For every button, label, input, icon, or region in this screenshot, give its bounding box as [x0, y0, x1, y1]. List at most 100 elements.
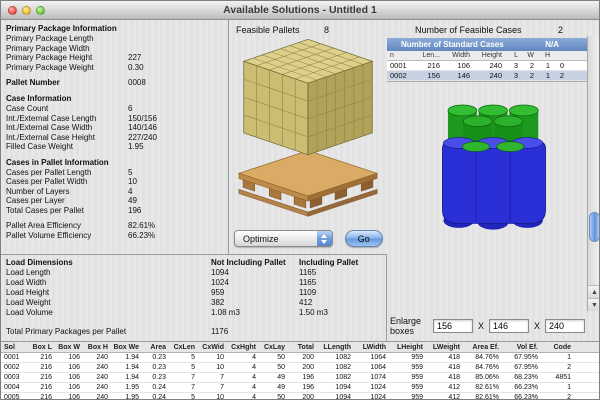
cell: 1082 — [316, 374, 353, 381]
cell: 0001 — [387, 61, 413, 70]
case-info-row: Filled Case Weight 1.95 — [6, 142, 223, 152]
optimize-dropdown[interactable]: Optimize — [234, 230, 333, 247]
main-content: Primary Package Information Primary Pack… — [1, 20, 599, 399]
cell: 5 — [168, 394, 197, 400]
solution-row[interactable]: 0001 216 106 240 1.94 0.23 5 10 4 50 200… — [1, 353, 600, 363]
feasible-cases-value: 2 — [558, 25, 563, 35]
solutions-table: Sol Box L Box W Box H Box We Area CxLen … — [1, 341, 600, 400]
col-header: Len... — [413, 52, 443, 59]
field-value: 227/240 — [128, 133, 223, 143]
field-value: 0.30 — [128, 63, 223, 73]
cell: 50 — [258, 394, 287, 400]
cell: 5 — [168, 354, 197, 361]
cell: 240 — [82, 374, 110, 381]
col-header: Area Ef. — [462, 344, 501, 351]
solution-row[interactable]: 0002 216 106 240 1.94 0.23 5 10 4 50 200… — [1, 363, 600, 373]
value-including: 1109 — [299, 288, 381, 298]
field-label: Load Height — [6, 288, 211, 298]
col-header: LWeight — [425, 344, 462, 351]
cell: 84.76% — [462, 354, 501, 361]
cell: 1082 — [316, 364, 353, 371]
col-header: LWidth — [353, 344, 388, 351]
cell: 0.23 — [141, 374, 168, 381]
cell: 67.95% — [501, 354, 540, 361]
field-value: 6 — [128, 104, 223, 114]
col-header: Height — [473, 52, 505, 59]
cell: 0002 — [1, 364, 26, 371]
field-value: 1176 — [211, 327, 299, 337]
cell: 2 — [521, 61, 537, 70]
field-label: Total Cases per Pallet — [6, 206, 128, 216]
cases-in-pallet-row: Total Cases per Pallet 196 — [6, 206, 223, 216]
load-dimensions-header-row: Load Dimensions Not Including Pallet Inc… — [6, 258, 381, 268]
scroll-down-button[interactable]: ▼ — [587, 298, 600, 311]
cell: 412 — [425, 394, 462, 400]
field-label: Primary Package Height — [6, 53, 128, 63]
enlarge-length-input[interactable] — [433, 319, 473, 333]
field-label: Primary Package Weight — [6, 63, 128, 73]
standard-case-row[interactable]: 0002 156 146 240 3 2 1 2 — [387, 71, 587, 81]
col-header: Sol — [1, 344, 26, 351]
cell: 1 — [540, 354, 573, 361]
feasible-cases-label: Number of Feasible Cases — [415, 25, 522, 35]
col-header: Box L — [26, 344, 54, 351]
solution-row[interactable]: 0004 216 106 240 1.95 0.24 7 7 4 49 196 … — [1, 383, 600, 393]
cell: 49 — [258, 384, 287, 391]
standard-case-row[interactable]: 0001 216 106 240 3 2 1 0 — [387, 61, 587, 71]
efficiency-row: Pallet Area Efficiency 82.61% — [6, 221, 223, 231]
field-value: 0008 — [128, 78, 223, 88]
cell: 106 — [54, 354, 82, 361]
col-header: n — [387, 52, 413, 59]
value-not-including: 1094 — [211, 268, 299, 278]
standard-cases-value: N/A — [545, 40, 559, 49]
cell: 0 — [553, 61, 567, 70]
window-titlebar[interactable]: Available Solutions - Untitled 1 — [1, 1, 599, 20]
case-info-row: Int./External Case Length 150/156 — [6, 114, 223, 124]
cell: 0.23 — [141, 364, 168, 371]
go-button[interactable]: Go — [345, 230, 383, 247]
case-info-row: Case Count 6 — [6, 104, 223, 114]
scrollbar-thumb[interactable] — [589, 212, 600, 242]
cell: 1.94 — [110, 364, 141, 371]
close-button[interactable] — [8, 6, 17, 15]
scroll-up-button[interactable]: ▲ — [587, 285, 600, 298]
field-value — [128, 34, 223, 44]
case-3d-view — [434, 96, 554, 236]
minimize-button[interactable] — [22, 6, 31, 15]
enlarge-width-input[interactable] — [489, 319, 529, 333]
col-header: L — [505, 52, 521, 59]
cell: 1082 — [316, 354, 353, 361]
col-header: LLength — [316, 344, 353, 351]
cell: 50 — [258, 354, 287, 361]
col-header: Area — [141, 344, 168, 351]
solution-row[interactable]: 0003 216 106 240 1.94 0.23 7 7 4 49 196 … — [1, 373, 600, 383]
cell: 0004 — [1, 384, 26, 391]
col-header: H — [537, 52, 553, 59]
cell: 2 — [553, 71, 567, 80]
field-label: Number of Layers — [6, 187, 128, 197]
cell: 50 — [258, 364, 287, 371]
enlarge-height-input[interactable] — [545, 319, 585, 333]
total-packages-row: Total Primary Packages per Pallet 1176 — [6, 327, 381, 337]
value-including: 1165 — [299, 268, 381, 278]
cell: 1 — [537, 61, 553, 70]
cell: 146 — [443, 71, 473, 80]
field-value: 140/146 — [128, 123, 223, 133]
cell: 1 — [537, 71, 553, 80]
window-controls — [8, 6, 45, 15]
cell: 1 — [540, 384, 573, 391]
field-value: 196 — [128, 206, 223, 216]
solution-row[interactable]: 0005 216 106 240 1.95 0.24 5 10 4 50 200… — [1, 393, 600, 400]
cell: 959 — [388, 384, 425, 391]
zoom-button[interactable] — [36, 6, 45, 15]
field-value — [128, 44, 223, 54]
cell: 240 — [82, 384, 110, 391]
field-label: Int./External Case Width — [6, 123, 128, 133]
vertical-scrollbar[interactable] — [587, 36, 600, 311]
col-not-including-pallet: Not Including Pallet — [211, 258, 299, 268]
cell: 240 — [473, 61, 505, 70]
cell: 0.24 — [141, 394, 168, 400]
cell: 49 — [258, 374, 287, 381]
cell: 200 — [287, 394, 316, 400]
enlarge-boxes-row: Enlarge boxes X X — [390, 316, 585, 336]
